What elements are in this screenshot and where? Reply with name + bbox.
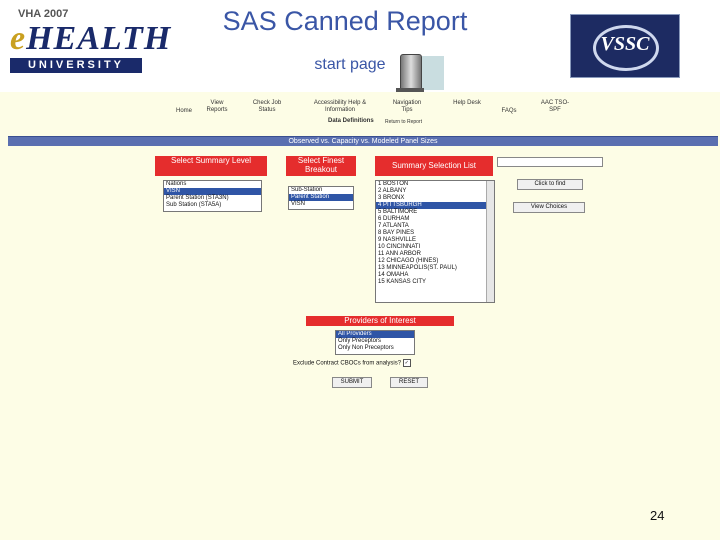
report-title: Observed vs. Capacity vs. Modeled Panel … — [288, 138, 438, 145]
report-title-bar: Observed vs. Capacity vs. Modeled Panel … — [8, 136, 718, 146]
finest-breakout-option[interactable]: VISN — [289, 201, 353, 208]
vssc-logo: VSSC — [570, 14, 680, 78]
summary-level-option[interactable]: Parent Station (STA3N) — [164, 195, 261, 202]
nav-check-job-status[interactable]: Check Job Status — [248, 100, 286, 114]
summary-level-header: Select Summary Level — [155, 156, 267, 176]
selection-option[interactable]: 11 ANN ARBOR — [376, 251, 494, 258]
providers-listbox[interactable]: All Providers Only Preceptors Only Non P… — [335, 330, 415, 355]
selection-option[interactable]: 10 CINCINNATI — [376, 244, 494, 251]
selection-list-header: Summary Selection List — [375, 156, 493, 176]
submit-button[interactable]: SUBMIT — [332, 377, 372, 388]
exclude-cbocs-row: Exclude Contract CBOCs from analysis? ✓ — [293, 359, 411, 367]
ehealth-text: eHEALTH — [10, 20, 172, 57]
summary-level-option[interactable]: Nations — [164, 181, 261, 188]
summary-level-listbox[interactable]: Nations VISN Parent Station (STA3N) Sub … — [163, 180, 262, 212]
summary-level-option[interactable]: VISN — [164, 188, 261, 195]
selection-option[interactable]: 9 NASHVILLE — [376, 237, 494, 244]
nav-data-definitions[interactable]: Data Definitions — [328, 118, 374, 124]
slide-title: SAS Canned Report — [222, 6, 468, 36]
computer-tower-icon — [400, 54, 422, 92]
vssc-logo-text: VSSC — [600, 33, 650, 55]
selection-option[interactable]: 13 MINNEAPOLIS(ST. PAUL) — [376, 265, 494, 272]
selection-option[interactable]: 14 OMAHA — [376, 272, 494, 279]
click-to-find-button[interactable]: Click to find — [517, 179, 583, 190]
selection-option[interactable]: 2 ALBANY — [376, 188, 494, 195]
nav-aac-tso-spf[interactable]: AAC TSO-SPF — [538, 100, 572, 114]
nav-return-to-report[interactable]: Return to Report — [385, 119, 422, 125]
selection-option[interactable]: 5 BALTIMORE — [376, 209, 494, 216]
providers-option[interactable]: Only Preceptors — [336, 338, 414, 345]
providers-option[interactable]: Only Non Preceptors — [336, 345, 414, 352]
selection-option[interactable]: 8 BAY PINES — [376, 230, 494, 237]
finest-breakout-listbox[interactable]: Sub-Station Parent Station VISN — [288, 186, 354, 210]
decorative-panel — [422, 56, 444, 90]
nav-navigation-tips[interactable]: Navigation Tips — [388, 100, 426, 114]
nav-accessibility-help[interactable]: Accessibility Help & Information — [308, 100, 372, 114]
finest-breakout-option[interactable]: Sub-Station — [289, 187, 353, 194]
vha-2007-text: VHA 2007 — [18, 8, 69, 20]
summary-level-option[interactable]: Sub Station (STA5A) — [164, 202, 261, 209]
nav-view-reports[interactable]: View Reports — [202, 100, 232, 114]
selection-option[interactable]: 3 BRONX — [376, 195, 494, 202]
exclude-cbocs-label: Exclude Contract CBOCs from analysis? — [293, 360, 402, 367]
finest-breakout-option[interactable]: Parent Station — [289, 194, 353, 201]
selection-option[interactable]: 15 KANSAS CITY — [376, 279, 494, 286]
search-input[interactable] — [497, 157, 603, 167]
selection-scrollbar[interactable] — [486, 181, 494, 302]
reset-button[interactable]: RESET — [390, 377, 428, 388]
selection-listbox[interactable]: 1 BOSTON 2 ALBANY 3 BRONX 4 PITTSBURGH 5… — [375, 180, 495, 303]
page-number: 24 — [650, 508, 665, 523]
selection-option[interactable]: 1 BOSTON — [376, 181, 494, 188]
top-navigation: Home View Reports Check Job Status Acces… — [170, 100, 590, 126]
providers-option[interactable]: All Providers — [336, 331, 414, 338]
finest-breakout-header: Select Finest Breakout — [286, 156, 356, 176]
nav-home[interactable]: Home — [170, 108, 198, 115]
selection-option[interactable]: 7 ATLANTA — [376, 223, 494, 230]
selection-option[interactable]: 6 DURHAM — [376, 216, 494, 223]
exclude-cbocs-checkbox[interactable]: ✓ — [402, 359, 411, 367]
university-text: UNIVERSITY — [10, 58, 142, 73]
nav-help-desk[interactable]: Help Desk — [452, 100, 482, 107]
providers-header: Providers of Interest — [306, 316, 454, 326]
nav-faqs[interactable]: FAQs — [496, 108, 522, 115]
report-form-screenshot: Home View Reports Check Job Status Acces… — [0, 92, 720, 540]
selection-option[interactable]: 4 PITTSBURGH — [376, 202, 494, 209]
view-choices-button[interactable]: View Choices — [513, 202, 585, 213]
ehealth-university-logo: VHA 2007 eHEALTH UNIVERSITY — [8, 6, 170, 76]
selection-option[interactable]: 12 CHICAGO (HINES) — [376, 258, 494, 265]
